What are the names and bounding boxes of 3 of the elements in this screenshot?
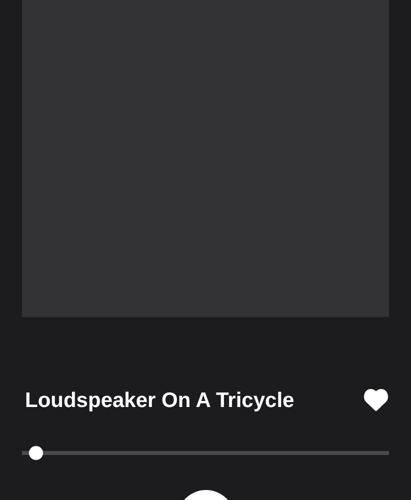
progress-thumb[interactable] — [29, 446, 44, 460]
track-title: Loudspeaker On A Tricycle — [25, 390, 294, 410]
heart-icon[interactable] — [364, 389, 388, 411]
